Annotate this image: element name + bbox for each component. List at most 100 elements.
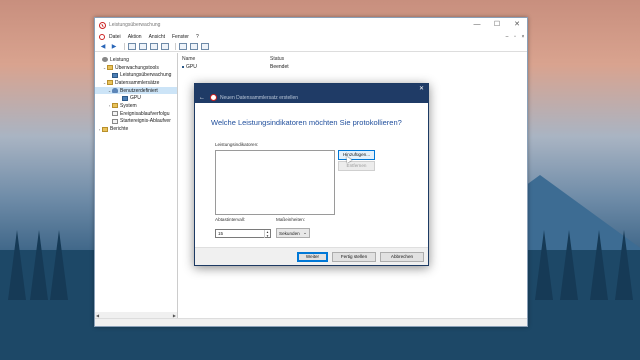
mmc-icon[interactable]: [99, 33, 105, 40]
counters-label: Leistungsindikatoren:: [215, 142, 259, 147]
help-icon[interactable]: [179, 42, 187, 50]
units-dropdown[interactable]: Sekunden ⌄: [276, 228, 310, 238]
performance-icon: [102, 57, 108, 63]
folder-icon: [107, 80, 113, 86]
forward-icon[interactable]: ▶: [110, 43, 118, 50]
tree-item-label: Startereignis-Ablaufver: [120, 118, 171, 125]
mdi-minimize-button[interactable]: –: [503, 34, 511, 40]
tree-item-datensammlersaetze[interactable]: ⌄ Datensammlersätze: [95, 79, 177, 87]
scroll-right-icon[interactable]: ▶: [173, 313, 176, 318]
toolbar-separator: [124, 42, 125, 50]
tree-item-label: Benutzerdefiniert: [120, 87, 158, 94]
tree-item-label: Ereignisablaufverfolgu: [120, 110, 170, 117]
dialog-question: Welche Leistungsindikatoren möchten Sie …: [211, 118, 402, 127]
tree-shape: [615, 230, 633, 300]
toolbar-separator: [175, 42, 176, 50]
dialog-title: Neuen Datensammlersatz erstellen: [220, 94, 299, 101]
menu-help[interactable]: ?: [196, 34, 199, 40]
list-cell-name: GPU: [182, 64, 270, 70]
console-icon[interactable]: [190, 42, 198, 50]
interval-stepper[interactable]: 15 ▲ ▼: [215, 229, 271, 238]
tree-item-label: Datensammlersätze: [115, 79, 160, 86]
list-item-name: GPU: [186, 64, 197, 70]
stepper-arrows[interactable]: ▲ ▼: [264, 229, 270, 238]
remove-counter-button[interactable]: Entfernen: [338, 161, 375, 171]
back-icon[interactable]: ◀: [99, 43, 107, 50]
data-collector-set-icon: [122, 95, 128, 101]
trace-icon: [112, 111, 118, 117]
menu-fenster[interactable]: Fenster: [172, 34, 189, 40]
refresh-icon[interactable]: [150, 42, 158, 50]
user-defined-icon: [112, 88, 118, 94]
tree-shape: [590, 230, 608, 300]
menu-ansicht[interactable]: Ansicht: [149, 34, 165, 40]
tree-item-label: Berichte: [110, 126, 129, 133]
chevron-down-icon: ⌄: [303, 230, 307, 235]
tree-item-label: Überwachungstools: [115, 64, 159, 71]
mdi-restore-button[interactable]: ▫: [511, 34, 519, 40]
tree-shape: [50, 230, 68, 300]
list-item[interactable]: GPU Beendet: [182, 63, 527, 71]
wizard-icon: [210, 94, 217, 101]
menu-aktion[interactable]: Aktion: [128, 34, 142, 40]
folder-icon: [102, 126, 108, 132]
tree-item-gpu[interactable]: GPU: [95, 94, 177, 102]
back-arrow-icon[interactable]: ←: [199, 95, 205, 101]
status-bar: [95, 318, 527, 326]
minimize-button[interactable]: —: [467, 18, 487, 32]
show-hide-icon[interactable]: [201, 42, 209, 50]
list-header: Name Status: [182, 55, 527, 63]
tree-item-label: Leistung: [110, 56, 129, 63]
tree-item-ueberwachungstools[interactable]: ⌄ Überwachungstools: [95, 64, 177, 72]
create-data-collector-set-dialog: ✕ ← Neuen Datensammlersatz erstellen Wel…: [194, 83, 429, 266]
menu-datei[interactable]: Datei: [109, 34, 121, 40]
trace-icon: [112, 118, 118, 124]
tree-item-berichte[interactable]: › Berichte: [95, 125, 177, 133]
dialog-close-icon[interactable]: ✕: [419, 85, 424, 92]
tree-item-leistung[interactable]: Leistung: [95, 56, 177, 64]
up-icon[interactable]: [128, 42, 136, 50]
column-header-name[interactable]: Name: [182, 56, 270, 62]
interval-value[interactable]: 15: [216, 231, 264, 236]
tree-item-ereignisablaufverfolgung[interactable]: Ereignisablaufverfolgu: [95, 110, 177, 118]
next-button[interactable]: Weiter: [297, 252, 328, 262]
tree-item-benutzerdefiniert[interactable]: ⌄ Benutzerdefiniert: [95, 86, 177, 95]
tree-shape: [560, 230, 578, 300]
tree-item-label: System: [120, 102, 137, 109]
properties-icon[interactable]: [139, 42, 147, 50]
interval-label: Abtastintervall:: [215, 217, 246, 222]
dialog-titlebar[interactable]: ✕: [195, 84, 428, 92]
tree-item-label: GPU: [130, 95, 141, 102]
cancel-button[interactable]: Abbrechen: [380, 252, 424, 262]
units-label: Maßeinheiten:: [276, 217, 306, 222]
menu-bar: Datei Aktion Ansicht Fenster ? – ▫ ×: [95, 32, 527, 41]
export-icon[interactable]: [161, 42, 169, 50]
tree-item-system[interactable]: › System: [95, 102, 177, 110]
folder-icon: [107, 65, 113, 71]
tree-shape: [535, 230, 553, 300]
console-tree: Leistung ⌄ Überwachungstools Leistungsüb…: [95, 53, 178, 318]
tree-shape: [8, 230, 26, 300]
folder-icon: [112, 103, 118, 109]
list-item-status: Beendet: [270, 64, 289, 70]
perfmon-app-icon: [99, 21, 106, 29]
tree-item-startereignis[interactable]: Startereignis-Ablaufver: [95, 118, 177, 126]
scroll-left-icon[interactable]: ◀: [96, 313, 99, 318]
tree-item-label: Leistungsüberwachung: [120, 72, 172, 79]
toolbar: ◀ ▶: [95, 41, 527, 52]
dialog-header: ← Neuen Datensammlersatz erstellen: [195, 92, 428, 103]
counters-listbox[interactable]: [215, 150, 335, 215]
maximize-button[interactable]: ☐: [487, 18, 507, 32]
units-value: Sekunden: [279, 230, 300, 236]
mdi-controls: – ▫ ×: [503, 34, 527, 40]
close-button[interactable]: ✕: [507, 18, 527, 32]
data-collector-set-icon: [182, 66, 184, 68]
window-titlebar[interactable]: Leistungsüberwachung — ☐ ✕: [95, 18, 527, 32]
tree-shape: [30, 230, 48, 300]
finish-button[interactable]: Fertig stellen: [332, 252, 376, 262]
tree-item-leistungsueberwachung[interactable]: Leistungsüberwachung: [95, 71, 177, 79]
column-header-status[interactable]: Status: [270, 56, 284, 62]
window-title: Leistungsüberwachung: [109, 22, 161, 28]
mdi-close-button[interactable]: ×: [519, 34, 527, 40]
monitor-icon: [112, 72, 118, 78]
